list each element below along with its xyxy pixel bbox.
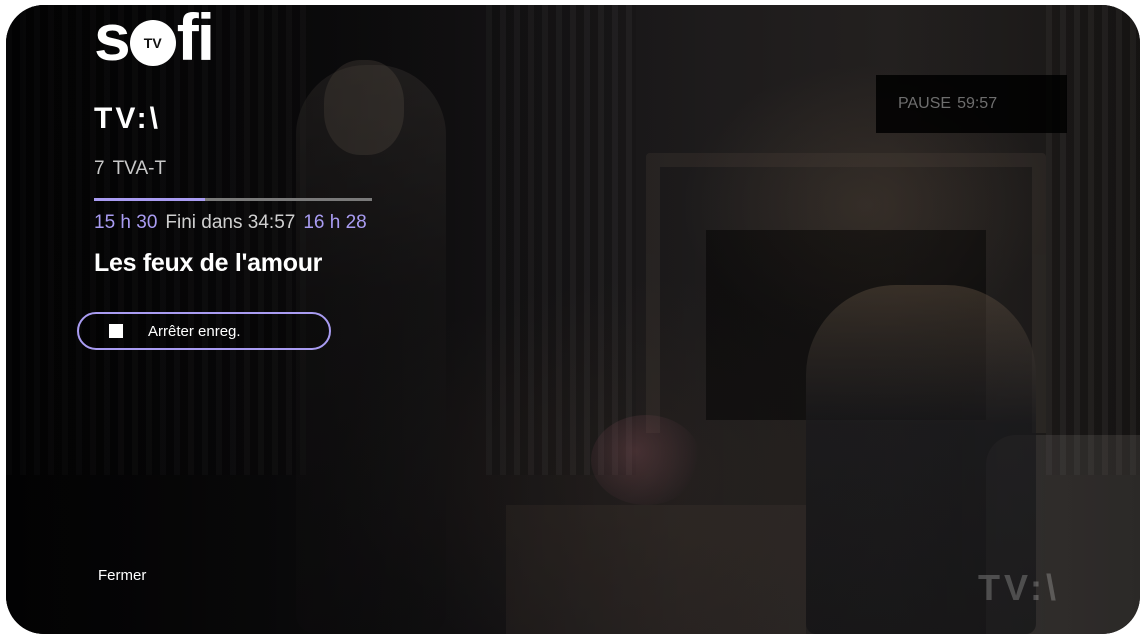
- stop-recording-button[interactable]: Arrêter enreg.: [77, 312, 331, 350]
- stop-icon: [109, 324, 123, 338]
- close-button[interactable]: Fermer: [98, 567, 146, 584]
- sofi-tv-logo: s TV f i: [94, 0, 215, 74]
- channel-watermark: TV:\: [978, 567, 1061, 608]
- network-logo: TV:\: [94, 102, 162, 135]
- program-progress-bar: [94, 198, 372, 201]
- end-time: 16 h 28: [303, 212, 367, 233]
- stop-recording-label: Arrêter enreg.: [148, 322, 241, 340]
- program-title: Les feux de l'amour: [94, 249, 323, 277]
- logo-letter-i: i: [196, 0, 215, 74]
- pause-label: PAUSE: [898, 95, 952, 112]
- logo-letter-f: f: [176, 0, 199, 74]
- pause-indicator: PAUSE 59:57: [876, 75, 1067, 133]
- channel-name: TVA-T: [112, 158, 167, 179]
- channel-number: 7: [94, 158, 105, 179]
- program-progress-fill: [94, 198, 206, 201]
- remaining-time: Fini dans 34:57: [165, 212, 296, 233]
- channel-info: 7 TVA-T: [94, 158, 166, 180]
- pause-time: 59:57: [957, 95, 998, 112]
- program-times: 15 h 30 Fini dans 34:57 16 h 28: [94, 212, 367, 234]
- start-time: 15 h 30: [94, 212, 158, 233]
- logo-letter-s: s: [94, 0, 131, 74]
- logo-tv-badge: TV: [129, 20, 176, 66]
